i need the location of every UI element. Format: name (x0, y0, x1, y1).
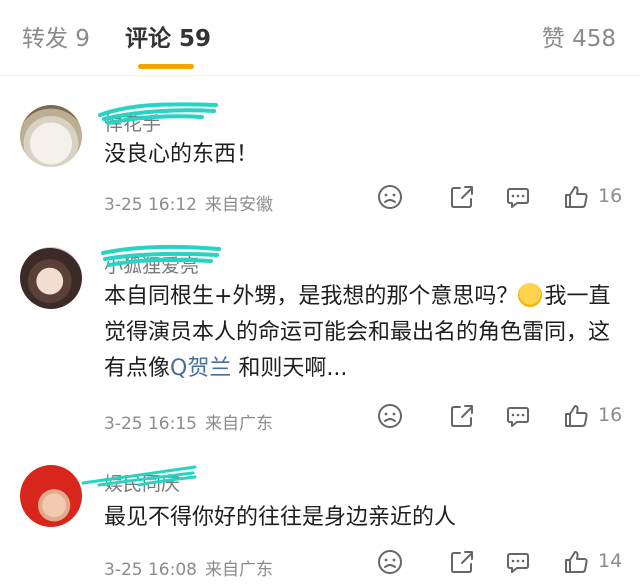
dislike-button[interactable] (376, 548, 406, 578)
redaction-scribble (81, 465, 197, 487)
comment-location: 来自安徽 (204, 195, 273, 215)
topic-link[interactable]: Q贺兰 (170, 356, 231, 381)
like-button[interactable] (562, 183, 592, 213)
like-button[interactable] (562, 548, 592, 578)
comment-text-part: 和则天啊... (231, 356, 348, 381)
comment-time: 3-25 16:12 (104, 195, 197, 215)
comment-location: 来自广东 (204, 414, 273, 434)
tab-repost[interactable]: 转发 9 (22, 24, 90, 54)
reply-icon (507, 188, 529, 208)
share-icon (451, 186, 473, 208)
like-button[interactable] (562, 402, 592, 432)
share-icon (451, 551, 473, 573)
reply-button[interactable] (504, 183, 534, 213)
dislike-icon (378, 185, 402, 209)
share-button[interactable] (448, 548, 478, 578)
share-icon (451, 405, 473, 427)
like-count: 16 (598, 185, 623, 207)
avatar[interactable] (20, 105, 82, 167)
sweat-emoji-icon (518, 283, 543, 307)
share-button[interactable] (448, 183, 478, 213)
comment-text: 最见不得你好的往往是身边亲近的人 (104, 505, 457, 530)
like-icon (565, 551, 588, 573)
reply-icon (507, 407, 529, 427)
reply-icon (507, 553, 529, 573)
comment-meta: 3-25 16:08 来自广东 (104, 555, 273, 580)
reply-button[interactable] (504, 548, 534, 578)
comment-meta: 3-25 16:15 来自广东 (104, 409, 273, 434)
active-tab-indicator (138, 64, 194, 69)
comment-meta: 3-25 16:12 来自安徽 (104, 190, 273, 215)
like-count: 16 (598, 404, 623, 426)
redaction-scribble (101, 244, 221, 267)
dislike-icon (378, 404, 402, 428)
dislike-button[interactable] (376, 402, 406, 432)
share-button[interactable] (448, 402, 478, 432)
dislike-icon (378, 550, 402, 574)
reply-button[interactable] (504, 402, 534, 432)
tab-comments[interactable]: 评论 59 (125, 24, 211, 54)
comment-text-part: 本自同根生+外甥，是我想的那个意思吗？ (104, 284, 519, 309)
tab-likes[interactable]: 赞 458 (542, 24, 616, 54)
comment-text: 没良心的东西！ (104, 142, 259, 167)
redaction-scribble (98, 102, 218, 125)
like-icon (565, 186, 588, 208)
comment-time: 3-25 16:15 (104, 414, 197, 434)
like-count: 14 (598, 550, 623, 572)
comment-tabs: 转发 9 评论 59 赞 458 (0, 0, 640, 76)
avatar[interactable] (20, 247, 82, 309)
dislike-button[interactable] (376, 183, 406, 213)
comment-location: 来自广东 (204, 560, 273, 580)
like-icon (565, 405, 588, 427)
comment-text: 本自同根生+外甥，是我想的那个意思吗？ 我一直觉得演员本人的命运可能会和最出名的角… (104, 279, 624, 387)
comment-time: 3-25 16:08 (104, 560, 197, 580)
